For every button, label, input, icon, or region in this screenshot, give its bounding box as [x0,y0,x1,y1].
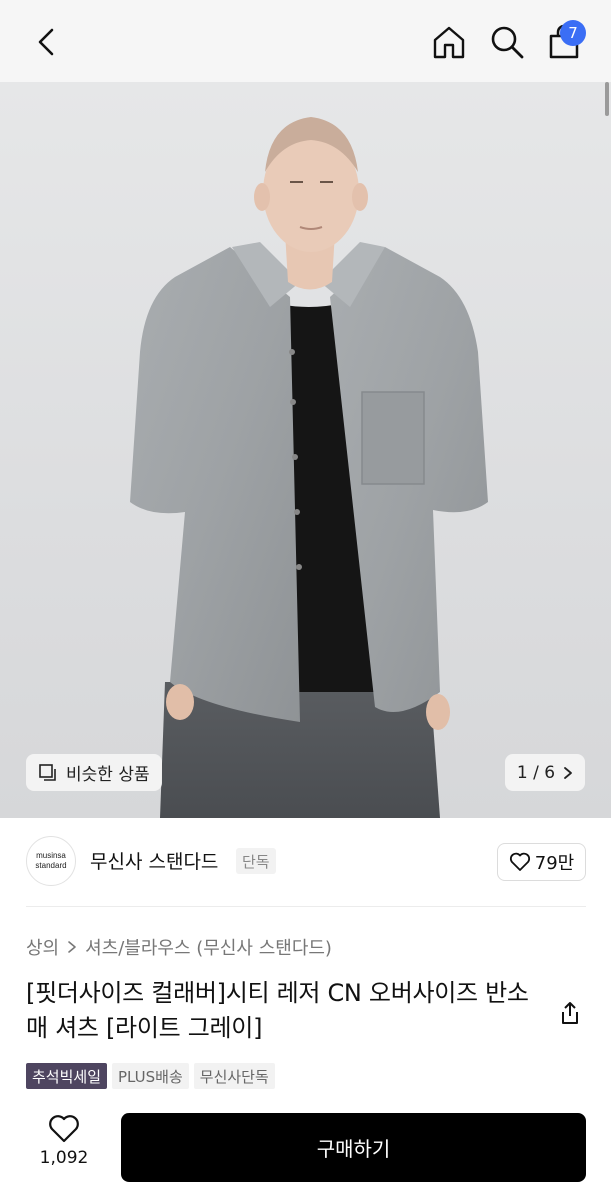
product-like-count: 1,092 [39,1148,89,1168]
back-button[interactable] [26,22,66,62]
chevron-left-icon [38,28,54,56]
sale-badge: 추석빅세일 [26,1063,108,1089]
chevron-right-icon [564,766,572,779]
brand-name-link[interactable]: 무신사 스탠다드 [90,847,218,874]
heart-icon [509,852,530,871]
exclusive-tag: 단독 [236,848,276,874]
brand-like-count: 79만 [534,853,575,874]
similar-products-label: 비슷한 상품 [66,765,150,785]
share-icon [562,1002,578,1024]
buy-button[interactable]: 구매하기 [121,1113,586,1182]
chevron-right-icon [68,941,76,953]
image-pager-button[interactable]: 1 / 6 [505,754,585,791]
home-icon [433,26,465,59]
brand-logo[interactable]: musinsa standard [26,836,76,886]
search-button[interactable] [486,21,528,63]
product-image[interactable] [0,82,611,818]
cart-count-badge: 7 [560,20,586,46]
breadcrumb: 상의 셔츠/블라우스 (무신사 스탠다드) [26,934,332,960]
image-pager-label: 1 / 6 [516,762,556,783]
brand-logo-line1: musinsa [36,851,66,860]
brand-like-button[interactable]: 79만 [497,843,586,881]
product-like-button[interactable]: 1,092 [26,1114,102,1182]
product-photo [130,117,488,818]
section-divider [26,906,586,907]
heart-icon [49,1115,79,1143]
exclusive-badge: 무신사단독 [193,1063,275,1089]
product-badges: 추석빅세일 PLUS배송 무신사단독 [26,1063,275,1089]
brand-logo-line2: standard [35,861,67,870]
copy-icon [39,763,56,781]
plus-delivery-badge: PLUS배송 [112,1063,189,1089]
breadcrumb-subcategory[interactable]: 셔츠/블라우스 (무신사 스탠다드) [85,934,332,960]
page-scrollbar[interactable] [605,82,609,116]
top-nav-bar: 7 [0,0,611,82]
share-button[interactable] [553,996,587,1030]
product-title: [핏더사이즈 컬래버]시티 레저 CN 오버사이즈 반소매 셔츠 [라이트 그레… [26,979,529,1042]
home-button[interactable] [428,21,470,63]
search-icon [491,26,524,59]
similar-products-button[interactable]: 비슷한 상품 [26,754,162,791]
breadcrumb-category[interactable]: 상의 [26,934,59,960]
